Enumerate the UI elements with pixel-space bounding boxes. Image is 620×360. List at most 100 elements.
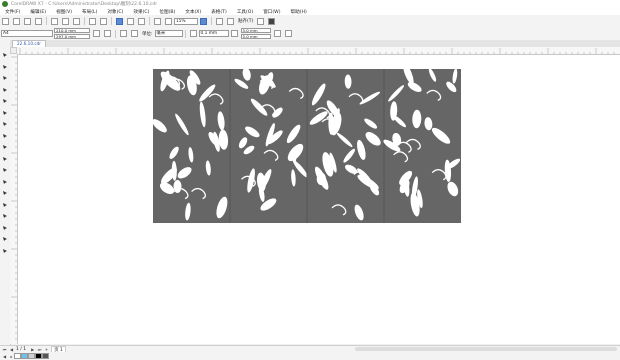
separator <box>184 29 186 38</box>
palette-scroll-left-icon[interactable]: ◀ <box>2 354 7 359</box>
show-rulers-icon[interactable] <box>216 17 223 25</box>
welcome-screen-icon[interactable] <box>165 17 172 25</box>
horizontal-scrollbar[interactable] <box>355 347 617 351</box>
leaf-shape <box>393 115 406 128</box>
interactive-fill-icon[interactable] <box>2 225 8 231</box>
page-size-select[interactable]: A4 <box>1 30 53 37</box>
menu-item[interactable]: 表格(T) <box>206 9 232 15</box>
dark-gray-swatch[interactable] <box>42 353 49 359</box>
menu-item[interactable]: 视图(V) <box>51 9 77 15</box>
cut-icon[interactable] <box>51 17 58 25</box>
duplicate-distance: 5.0 mm 5.0 mm <box>240 28 271 40</box>
open-icon[interactable] <box>13 17 20 25</box>
nudge-icon <box>189 30 197 37</box>
leaf-shape <box>185 202 191 221</box>
all-pages-icon[interactable] <box>120 30 127 37</box>
menu-item[interactable]: 效果(C) <box>128 9 154 15</box>
leaf-shape <box>446 81 457 93</box>
zoom-level-combo[interactable]: 15% <box>174 17 198 25</box>
treat-as-filled-icon[interactable] <box>273 30 281 37</box>
leaf-shape <box>250 98 268 116</box>
leaf-shape <box>216 196 228 219</box>
swirl-shape <box>288 87 304 100</box>
leaf-shape <box>169 146 179 159</box>
shape-tool-icon[interactable] <box>2 64 8 70</box>
eyedropper-icon[interactable] <box>2 213 8 219</box>
print-icon[interactable] <box>35 17 42 25</box>
leaf-shape <box>175 113 189 136</box>
menu-item[interactable]: 工具(O) <box>232 9 258 15</box>
paste-icon[interactable] <box>73 17 80 25</box>
units-label: 单位: <box>142 31 153 37</box>
full-screen-icon[interactable] <box>200 17 207 25</box>
separator <box>149 17 150 25</box>
ellipse-tool-icon[interactable] <box>2 133 8 139</box>
redo-icon[interactable] <box>100 17 107 25</box>
menu-item[interactable]: 文件(F) <box>0 9 25 15</box>
new-document-icon[interactable] <box>2 17 9 25</box>
zoom-tool-icon[interactable] <box>2 87 8 93</box>
show-grid-icon[interactable] <box>227 17 234 25</box>
leaf-shape <box>205 160 211 176</box>
horizontal-ruler[interactable] <box>17 47 620 55</box>
vertical-ruler[interactable] <box>10 54 18 344</box>
current-page-icon[interactable] <box>131 30 138 37</box>
portrait-icon[interactable] <box>93 30 100 37</box>
drop-shadow-icon[interactable] <box>2 190 8 196</box>
menu-item[interactable]: 对象(C) <box>102 9 128 15</box>
menu-item[interactable]: 布局(L) <box>77 9 102 15</box>
duplicate-x-field[interactable]: 5.0 mm <box>240 28 271 33</box>
landscape-icon[interactable] <box>104 30 111 37</box>
parallel-dimension-icon[interactable] <box>2 167 8 173</box>
duplicate-distance-icon <box>230 30 238 37</box>
menu-item[interactable]: 文本(X) <box>180 9 206 15</box>
launch-icon[interactable] <box>268 17 276 25</box>
page-height-field[interactable]: 297.0 mm <box>54 34 90 39</box>
carved-panel-artwork[interactable] <box>152 63 461 223</box>
page-width-field[interactable]: 210.0 mm <box>54 28 90 33</box>
undo-icon[interactable] <box>89 17 96 25</box>
duplicate-y-field[interactable]: 5.0 mm <box>240 34 271 39</box>
add-tool-icon[interactable] <box>2 248 8 254</box>
menu-item[interactable]: 编辑(E) <box>25 9 51 15</box>
menu-item[interactable]: 位图(B) <box>154 9 180 15</box>
smart-fill-icon[interactable] <box>2 236 8 242</box>
leaf-shape <box>177 167 192 179</box>
import-icon[interactable] <box>127 17 134 25</box>
units-select[interactable]: 毫米 <box>154 30 183 37</box>
leaf-shape <box>357 139 366 160</box>
pick-tool-icon[interactable] <box>2 52 8 58</box>
gray-swatch[interactable] <box>28 353 35 359</box>
snap-to-dropdown[interactable]: 贴齐(T) <box>238 18 253 24</box>
swirl-shape <box>208 93 224 105</box>
rectangle-tool-icon[interactable] <box>2 121 8 127</box>
crop-tool-icon[interactable] <box>2 75 8 81</box>
cyan-swatch[interactable] <box>21 353 28 359</box>
options-icon[interactable] <box>257 17 265 25</box>
black-swatch[interactable] <box>35 353 42 359</box>
menu-item[interactable]: 帮助(H) <box>286 9 312 15</box>
leaf-shape <box>238 137 248 149</box>
connector-tool-icon[interactable] <box>2 179 8 185</box>
text-tool-icon[interactable] <box>2 156 8 162</box>
leaf-shape <box>217 111 225 131</box>
leaf-shape <box>242 67 251 81</box>
smart-drawing-icon[interactable] <box>2 110 8 116</box>
menu-item[interactable]: 窗口(W) <box>258 9 285 15</box>
polygon-tool-icon[interactable] <box>2 144 8 150</box>
add-page-icon[interactable] <box>284 30 292 37</box>
leaf-shape <box>199 84 216 102</box>
no-color-swatch[interactable] <box>14 353 21 359</box>
save-icon[interactable] <box>24 17 31 25</box>
ruler-origin[interactable] <box>10 47 17 54</box>
search-content-icon[interactable] <box>116 17 123 25</box>
window-title: CorelDRAW X7 - C:\Users\Administrator\De… <box>11 2 158 7</box>
document-tab[interactable]: 22.6.10.cdr <box>12 40 46 47</box>
export-icon[interactable] <box>138 17 145 25</box>
nudge-distance-field[interactable]: 0.1 mm <box>198 30 229 37</box>
transparency-icon[interactable] <box>2 202 8 208</box>
freehand-tool-icon[interactable] <box>2 98 8 104</box>
menu-bar: 文件(F) 编辑(E) 视图(V) 布局(L) 对象(C) 效果(C) 位图(B) 文本(X)… <box>0 8 620 15</box>
app-launcher-icon[interactable] <box>154 17 161 25</box>
copy-icon[interactable] <box>62 17 69 25</box>
